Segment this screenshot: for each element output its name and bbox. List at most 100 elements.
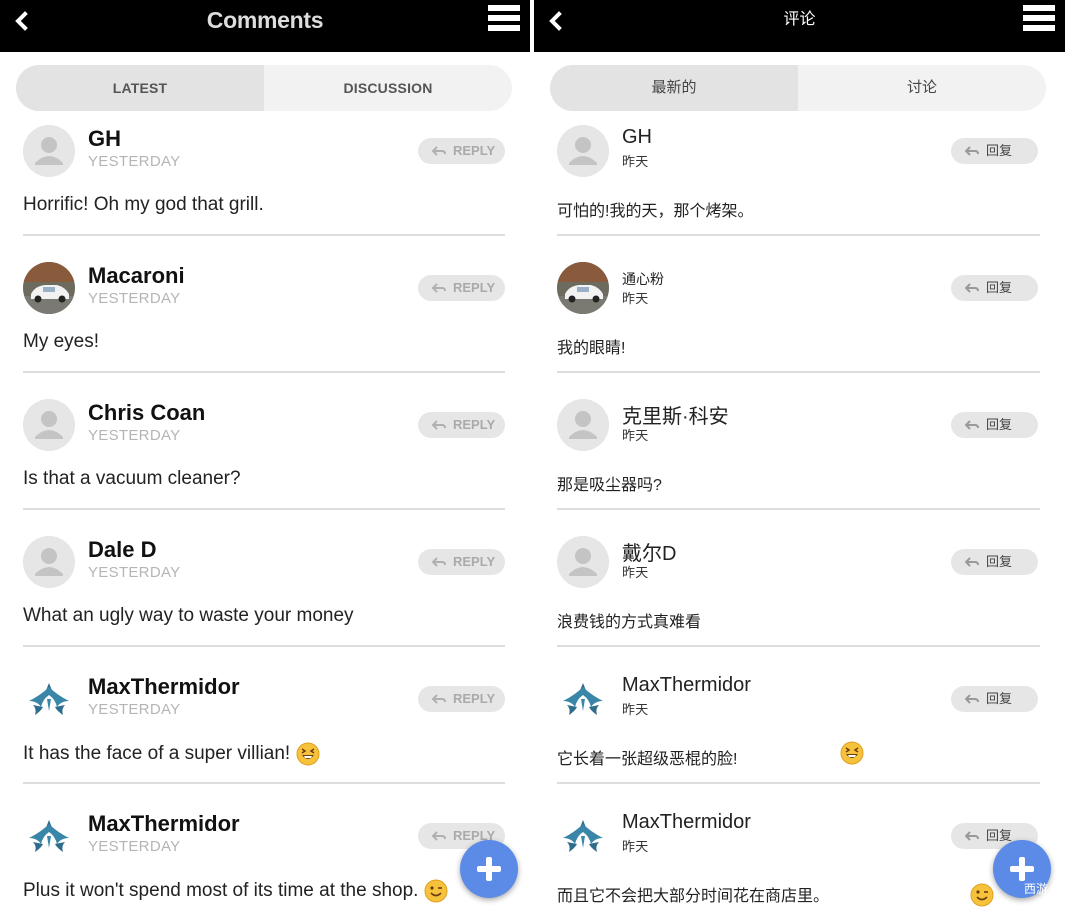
separator (557, 234, 1040, 236)
comment-text: My eyes! (23, 331, 100, 352)
comment-text: It has the face of a super villian! (23, 742, 320, 766)
separator (557, 508, 1040, 510)
add-comment-button[interactable] (460, 840, 518, 898)
comment-author[interactable]: Dale D (88, 537, 156, 563)
avatar[interactable] (557, 399, 609, 451)
comment-text: 它长着一张超级恶棍的脸! (557, 751, 738, 768)
reply-label: REPLY (453, 417, 496, 432)
tab-discussion[interactable]: 讨论 (798, 65, 1046, 111)
comment-text: What an ugly way to waste your money (23, 605, 354, 626)
comment-item: 克里斯·科安 昨天 回复 那是吸尘器吗? (534, 392, 1065, 529)
reply-button[interactable]: REPLY (418, 412, 505, 438)
avatar[interactable] (23, 125, 75, 177)
top-bar: Comments (0, 0, 530, 52)
reply-button[interactable]: 回复 (951, 686, 1038, 712)
comment-time: 昨天 (622, 291, 649, 306)
avatar[interactable] (557, 262, 609, 314)
winking-emoji (424, 879, 448, 903)
avatar[interactable] (23, 262, 75, 314)
tab-latest[interactable]: LATEST (16, 65, 264, 111)
page-title: Comments (206, 7, 324, 33)
reply-button[interactable]: 回复 (951, 412, 1038, 438)
comment-author[interactable]: 通心粉 (622, 269, 664, 289)
separator (557, 371, 1040, 373)
avatar[interactable] (23, 399, 75, 451)
comment-list: GH 昨天 回复 可怕的!我的天，那个烤架。 通心粉 昨天 回复 我的眼睛! 克里斯·科安 昨天回… (534, 118, 1065, 919)
reply-arrow-icon (432, 694, 446, 704)
reply-button[interactable]: REPLY (418, 275, 505, 301)
comment-author[interactable]: MaxThermidor (622, 674, 751, 697)
reply-button[interactable]: REPLY (418, 686, 505, 712)
comment-author[interactable]: MaxThermidor (622, 811, 751, 834)
comment-item: Chris Coan YESTERDAY REPLY Is that a vacuum… (0, 392, 530, 529)
comment-text: Horrific! Oh my god that grill. (23, 194, 264, 215)
reply-button[interactable]: 回复 (951, 549, 1038, 575)
hamburger-menu-icon[interactable] (1023, 5, 1055, 35)
comment-time: YESTERDAY (88, 838, 181, 855)
reply-arrow-icon (432, 420, 446, 430)
reply-button[interactable]: REPLY (418, 138, 505, 164)
tab-latest[interactable]: 最新的 (550, 65, 798, 111)
reply-arrow-icon (965, 420, 979, 430)
reply-label: 回复 (986, 143, 1013, 158)
comment-text: Plus it won't spend most of its time at … (23, 879, 448, 903)
comment-item: 通心粉 昨天 回复 我的眼睛! (534, 255, 1065, 392)
comment-author[interactable]: GH (622, 126, 652, 149)
reply-label: REPLY (453, 143, 496, 158)
comment-text: 浪费钱的方式真难看 (557, 614, 702, 631)
reply-arrow-icon (432, 283, 446, 293)
avatar[interactable] (23, 810, 75, 862)
comment-text: 那是吸尘器吗? (557, 477, 662, 494)
comment-author[interactable]: MaxThermidor (88, 674, 240, 700)
avatar[interactable] (557, 810, 609, 862)
comment-item: MaxThermidor 昨天 回复它长着一张超级恶棍的脸! (534, 666, 1065, 803)
comment-text: Is that a vacuum cleaner? (23, 468, 241, 489)
comment-author[interactable]: Macaroni (88, 263, 185, 289)
comment-time: 昨天 (622, 702, 649, 717)
separator (557, 782, 1040, 784)
separator (557, 645, 1040, 647)
hamburger-menu-icon[interactable] (488, 5, 520, 35)
comment-time: 昨天 (622, 154, 649, 169)
comment-text: 可怕的!我的天，那个烤架。 (557, 203, 754, 220)
comment-author[interactable]: GH (88, 126, 121, 152)
reply-arrow-icon (432, 557, 446, 567)
sort-tabs: LATEST DISCUSSION (16, 65, 512, 111)
comment-item: GH 昨天 回复可怕的!我的天，那个烤架。 (534, 118, 1065, 255)
avatar[interactable] (557, 673, 609, 725)
reply-arrow-icon (965, 557, 979, 567)
comment-item: MaxThermidor YESTERDAY REPLY It has the fac… (0, 666, 530, 803)
reply-arrow-icon (965, 283, 979, 293)
comment-time: YESTERDAY (88, 153, 181, 170)
comment-time: YESTERDAY (88, 290, 181, 307)
grinning-squint-emoji (840, 741, 864, 765)
comment-author[interactable]: Chris Coan (88, 400, 205, 426)
avatar[interactable] (23, 673, 75, 725)
avatar[interactable] (23, 536, 75, 588)
reply-button[interactable]: REPLY (418, 549, 505, 575)
reply-label: 回复 (986, 691, 1013, 706)
reply-arrow-icon (965, 694, 979, 704)
reply-label: 回复 (986, 554, 1013, 569)
reply-button[interactable]: 回复 (951, 138, 1038, 164)
chinese-comments-panel: 评论 最新的 讨论 GH 昨天 回复 可怕的!我的天，那个烤架。 通心粉 昨天 回复 我的眼睛… (534, 0, 1065, 919)
comment-author[interactable]: MaxThermidor (88, 811, 240, 837)
reply-label: REPLY (453, 554, 496, 569)
comment-item: Macaroni YESTERDAY REPLY My eyes! (0, 255, 530, 392)
reply-button[interactable]: 回复 (951, 275, 1038, 301)
separator (23, 782, 505, 784)
separator (23, 508, 505, 510)
avatar[interactable] (557, 536, 609, 588)
grinning-squint-emoji (296, 742, 320, 766)
avatar[interactable] (557, 125, 609, 177)
reply-label: 回复 (986, 417, 1013, 432)
tab-discussion[interactable]: DISCUSSION (264, 65, 512, 111)
winking-emoji (970, 883, 994, 907)
separator (23, 234, 505, 236)
comment-time: YESTERDAY (88, 427, 181, 444)
comment-time: 昨天 (622, 428, 649, 443)
reply-arrow-icon (965, 146, 979, 156)
comment-time: YESTERDAY (88, 564, 181, 581)
comment-time: YESTERDAY (88, 701, 181, 718)
comment-item: GH YESTERDAY REPLY Horrific! Oh my god that… (0, 118, 530, 255)
